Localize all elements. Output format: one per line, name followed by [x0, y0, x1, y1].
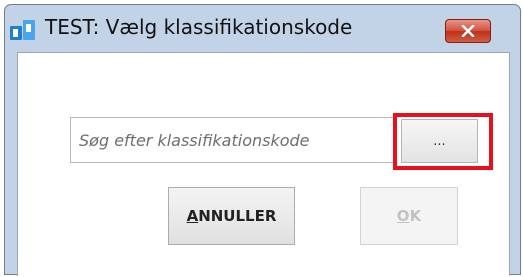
classification-search-input[interactable] [70, 117, 395, 163]
window-title: TEST: Vælg klassifikationskode [45, 15, 353, 39]
close-button[interactable] [445, 19, 491, 43]
ok-label-rest: K [409, 207, 422, 225]
cancel-mnemonic: A [186, 207, 199, 225]
dialog-content: ... ANNULLER OK [17, 52, 510, 276]
ok-mnemonic: O [396, 207, 410, 225]
bp-app-logo-icon [10, 17, 36, 41]
cancel-button[interactable]: ANNULLER [168, 187, 295, 245]
ok-button[interactable]: OK [360, 187, 458, 245]
title-bar[interactable]: TEST: Vælg klassifikationskode [5, 5, 520, 47]
cancel-label-rest: NNULLER [198, 207, 277, 225]
browse-button[interactable]: ... [401, 119, 478, 163]
close-x-icon [461, 22, 475, 41]
dialog-window: TEST: Vælg klassifikationskode ... ANNUL… [4, 4, 521, 276]
